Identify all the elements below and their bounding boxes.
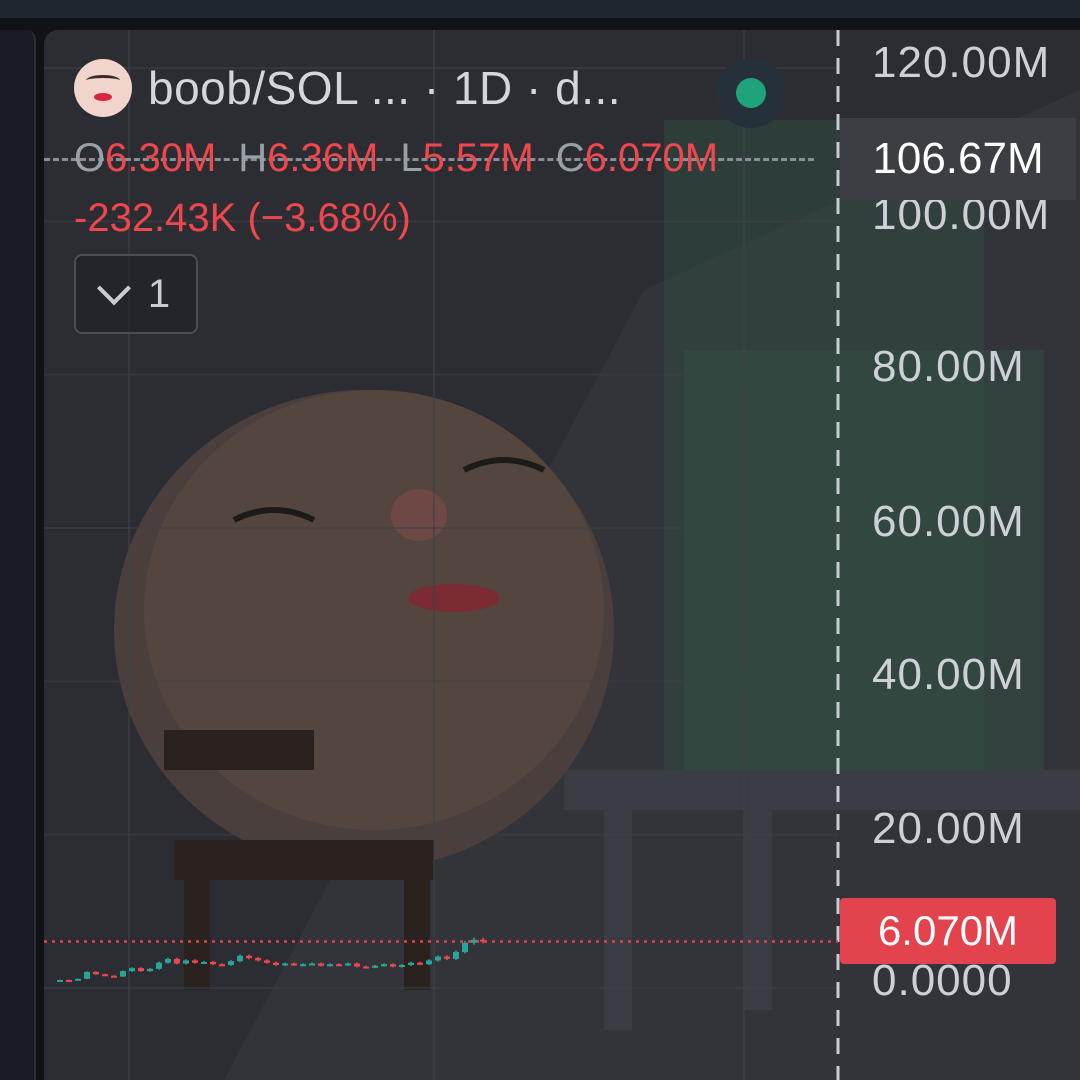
open-label: O (74, 136, 106, 180)
close-label: C (555, 136, 585, 180)
candle (300, 964, 306, 967)
candle (228, 961, 234, 965)
candle (255, 958, 261, 961)
candle (174, 958, 180, 964)
candle (120, 971, 126, 977)
candle (417, 962, 423, 965)
symbol-title[interactable]: boob/SOL ... · 1D · d... (148, 61, 621, 115)
candle (210, 961, 216, 965)
candle (318, 963, 324, 966)
candle (399, 965, 405, 967)
crosshair-price-label: 106.67M (840, 118, 1076, 200)
app-root: boob/SOL ... · 1D · d... O 6.30M H 6.36M… (0, 0, 1080, 1080)
y-tick-label: 80.00M (872, 342, 1025, 391)
price-change: -232.43K (−3.68%) (74, 196, 411, 240)
candle (147, 968, 153, 972)
candle (372, 965, 378, 968)
indicators-count: 1 (147, 271, 171, 316)
left-panel[interactable] (0, 30, 36, 1080)
token-avatar-icon[interactable] (74, 59, 132, 117)
candle (93, 971, 99, 975)
candle (264, 960, 270, 963)
candle (336, 964, 342, 967)
top-bar (0, 0, 1080, 18)
y-tick-label: 60.00M (872, 497, 1025, 546)
candle (75, 978, 81, 981)
candle (219, 964, 225, 967)
candle (102, 974, 108, 977)
candle (57, 979, 63, 982)
candle (345, 963, 351, 966)
candle (408, 962, 414, 965)
candle (183, 960, 189, 964)
low-value: 5.57M (422, 136, 534, 180)
candle (282, 963, 288, 966)
candle (84, 971, 90, 979)
candle (201, 961, 207, 964)
candle (165, 958, 171, 963)
candle (327, 964, 333, 967)
candle (363, 966, 369, 969)
candle (354, 963, 360, 967)
low-label: L (400, 136, 423, 180)
candle (246, 955, 252, 959)
candle (435, 956, 441, 961)
candle (66, 979, 72, 982)
candle (129, 968, 135, 972)
y-tick-label: 40.00M (872, 650, 1025, 699)
candle (111, 975, 117, 978)
candle (138, 968, 144, 972)
open-value: 6.30M (105, 136, 217, 180)
candle (444, 956, 450, 959)
candle (273, 962, 279, 965)
high-value: 6.36M (267, 136, 379, 180)
candle (453, 951, 459, 959)
y-tick-label: 120.00M (872, 38, 1051, 87)
candle (309, 963, 315, 966)
indicators-toggle-button[interactable]: 1 (74, 254, 198, 334)
chevron-down-icon (96, 271, 131, 306)
ohlc-values: O 6.30M H 6.36M L 5.57M C 6.070M (74, 136, 740, 181)
candle (381, 964, 387, 967)
candle (192, 960, 198, 963)
y-tick-label: 20.00M (872, 804, 1025, 853)
candle (291, 963, 297, 966)
high-label: H (238, 136, 268, 180)
candle (156, 962, 162, 969)
close-value: 6.070M (584, 136, 719, 180)
candle (462, 942, 468, 952)
last-price-label: 6.070M (840, 898, 1056, 964)
candle (426, 960, 432, 965)
candle (237, 955, 243, 962)
market-status-icon[interactable] (716, 58, 786, 128)
candle (390, 964, 396, 967)
